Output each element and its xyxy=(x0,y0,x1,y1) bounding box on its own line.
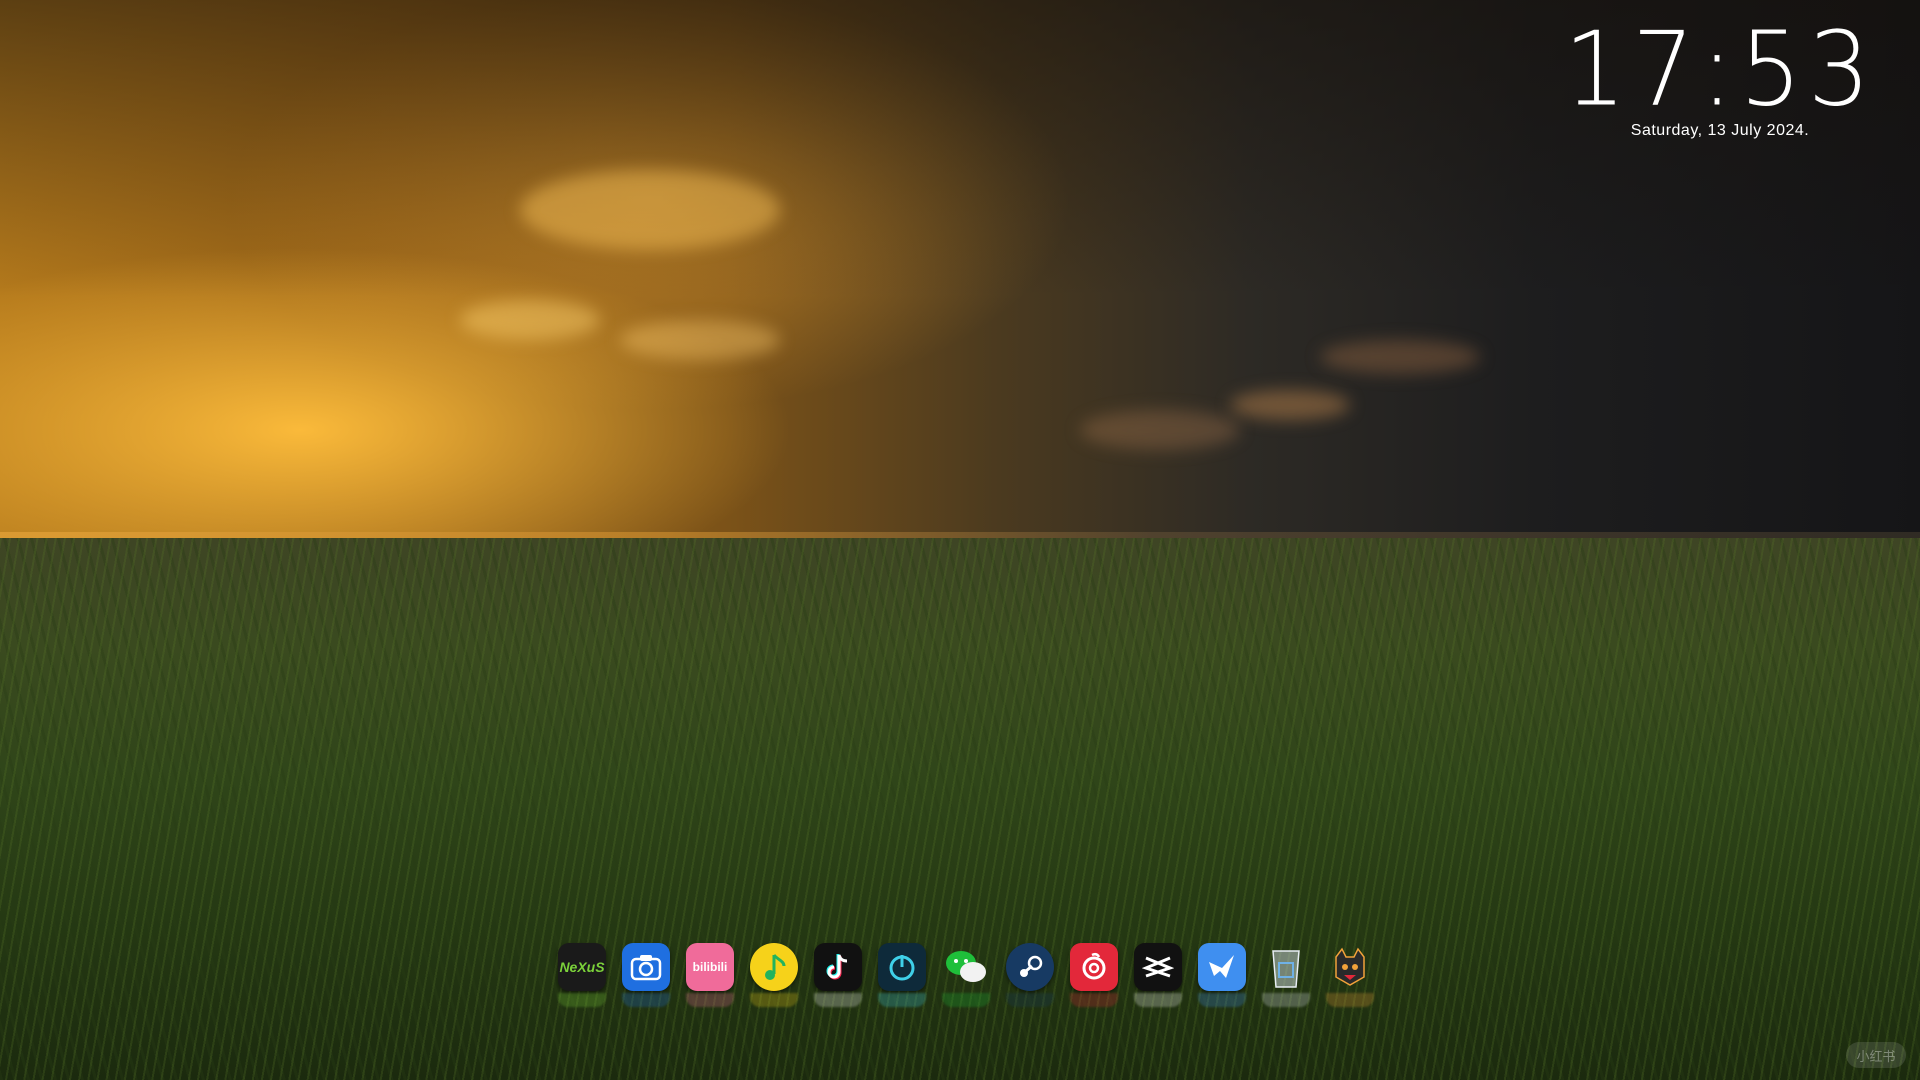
wechat-icon[interactable] xyxy=(942,943,990,991)
dock-item-game[interactable] xyxy=(1324,941,1376,1007)
cloud xyxy=(1320,340,1480,374)
bilibili-icon[interactable]: bilibili xyxy=(686,943,734,991)
nexus-label: NeXuS xyxy=(559,959,605,975)
cloud xyxy=(520,170,780,250)
dock-reflection xyxy=(686,993,734,1007)
nexus-icon[interactable]: NeXuS xyxy=(558,943,606,991)
cloud xyxy=(1080,410,1240,450)
camera-icon[interactable] xyxy=(622,943,670,991)
dock-item-qq-music[interactable] xyxy=(748,941,800,1007)
bird-icon[interactable] xyxy=(1198,943,1246,991)
dock-item-recycle-bin[interactable] xyxy=(1260,941,1312,1007)
desktop-clock-widget: 17:53 Saturday, 13 July 2024. xyxy=(1560,10,1880,140)
dock-item-screenshot[interactable] xyxy=(620,941,672,1007)
dock-reflection xyxy=(814,993,862,1007)
dock-reflection xyxy=(1070,993,1118,1007)
clock-time: 17:53 xyxy=(1563,10,1877,130)
cloud xyxy=(1230,390,1350,420)
desktop-wallpaper xyxy=(0,0,1920,1080)
dock-item-capcut[interactable] xyxy=(1132,941,1184,1007)
recycle-bin-icon[interactable] xyxy=(1262,943,1310,991)
capcut-icon[interactable] xyxy=(1134,943,1182,991)
dock-item-feishu[interactable] xyxy=(1196,941,1248,1007)
dock-item-netease-music[interactable] xyxy=(1068,941,1120,1007)
dock-item-tiktok[interactable] xyxy=(812,941,864,1007)
dock-item-nexus[interactable]: NeXuS xyxy=(556,941,608,1007)
dock-item-bilibili[interactable]: bilibili xyxy=(684,941,736,1007)
dock-item-steam[interactable] xyxy=(1004,941,1056,1007)
steam-icon[interactable] xyxy=(1006,943,1054,991)
dock-reflection xyxy=(942,993,990,1007)
cloud xyxy=(620,320,780,360)
netease-music-icon[interactable] xyxy=(1070,943,1118,991)
power-ring-icon[interactable] xyxy=(878,943,926,991)
dock-item-wechat[interactable] xyxy=(940,941,992,1007)
cloud xyxy=(460,300,600,340)
dock-item-focus[interactable] xyxy=(876,941,928,1007)
dock-reflection xyxy=(1198,993,1246,1007)
bilibili-label: bilibili xyxy=(692,960,728,974)
dock-reflection xyxy=(1006,993,1054,1007)
dock-reflection xyxy=(558,993,606,1007)
mascot-icon[interactable] xyxy=(1326,943,1374,991)
dock-reflection xyxy=(878,993,926,1007)
dock: NeXuS bilibili xyxy=(556,937,1376,1007)
dock-reflection xyxy=(622,993,670,1007)
dock-reflection xyxy=(750,993,798,1007)
dock-reflection xyxy=(1326,993,1374,1007)
tiktok-icon[interactable] xyxy=(814,943,862,991)
dock-reflection xyxy=(1134,993,1182,1007)
watermark: 小红书 xyxy=(1846,1042,1906,1068)
dock-reflection xyxy=(1262,993,1310,1007)
music-note-icon[interactable] xyxy=(750,943,798,991)
